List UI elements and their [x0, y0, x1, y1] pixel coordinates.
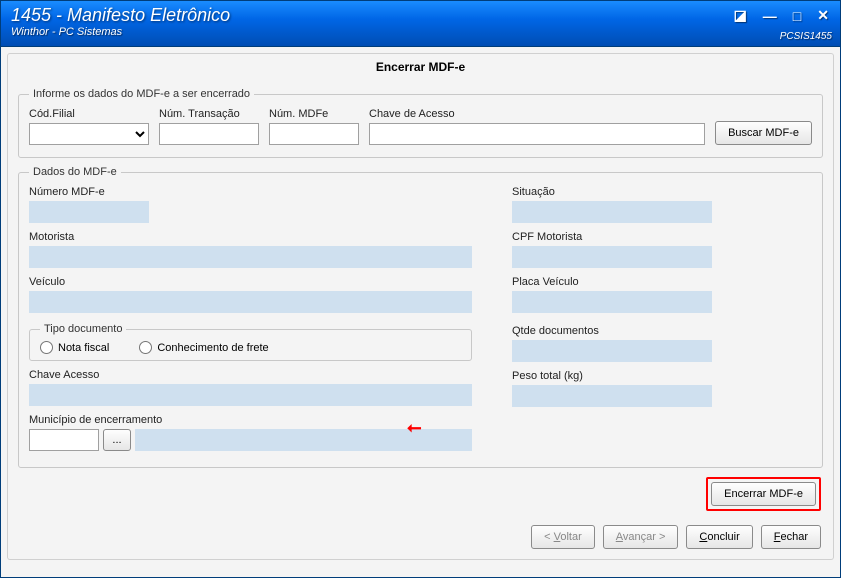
numero-mdfe-label: Número MDF-e: [29, 186, 149, 198]
municipio-nome-value: [135, 429, 472, 451]
chave-acesso-busca-label: Chave de Acesso: [369, 108, 705, 120]
search-group: Informe os dados do MDF-e a ser encerrad…: [18, 88, 823, 158]
cod-filial-select[interactable]: [29, 123, 149, 145]
search-group-legend: Informe os dados do MDF-e a ser encerrad…: [29, 88, 254, 100]
qtde-docs-label: Qtde documentos: [512, 325, 712, 337]
num-mdfe-input[interactable]: [269, 123, 359, 145]
cod-filial-label: Cód.Filial: [29, 108, 149, 120]
window-subtitle: Winthor - PC Sistemas: [11, 26, 830, 38]
chave-acesso-label: Chave Acesso: [29, 369, 472, 381]
arrow-indicator-icon: ⭠: [407, 417, 421, 438]
avancar-button: Avançar >: [603, 525, 679, 549]
num-transacao-label: Núm. Transação: [159, 108, 259, 120]
situacao-value: [512, 201, 712, 223]
cpf-motorista-value: [512, 246, 712, 268]
peso-total-value: [512, 385, 712, 407]
motorista-value: [29, 246, 472, 268]
nota-fiscal-radio[interactable]: [40, 341, 53, 354]
encerrar-mdfe-button[interactable]: Encerrar MDF-e: [711, 482, 816, 506]
municipio-label: Município de encerramento: [29, 414, 472, 426]
dados-group-legend: Dados do MDF-e: [29, 166, 121, 178]
minimize-icon[interactable]: —: [760, 8, 780, 24]
conhecimento-radio[interactable]: [139, 341, 152, 354]
fechar-button[interactable]: Fechar: [761, 525, 821, 549]
municipio-cod-input[interactable]: [29, 429, 99, 451]
qtde-docs-value: [512, 340, 712, 362]
municipio-lookup-button[interactable]: ...: [103, 429, 131, 451]
veiculo-label: Veículo: [29, 276, 472, 288]
chave-acesso-busca-input[interactable]: [369, 123, 705, 145]
window-title: 1455 - Manifesto Eletrônico: [11, 5, 830, 26]
voltar-button: < Voltar: [531, 525, 595, 549]
maximize-icon[interactable]: □: [790, 8, 804, 24]
dados-group: Dados do MDF-e Número MDF-e Motorista Ve…: [18, 166, 823, 468]
close-icon[interactable]: ✕: [814, 7, 832, 24]
nota-fiscal-radio-label[interactable]: Nota fiscal: [40, 341, 109, 354]
buscar-mdfe-button[interactable]: Buscar MDF-e: [715, 121, 812, 145]
chave-acesso-value: [29, 384, 472, 406]
cpf-motorista-label: CPF Motorista: [512, 231, 712, 243]
main-panel: Informe os dados do MDF-e a ser encerrad…: [7, 80, 834, 560]
tipo-doc-legend: Tipo documento: [40, 323, 126, 335]
restore-icon[interactable]: ◪: [731, 7, 750, 24]
encerrar-highlight: Encerrar MDF-e: [706, 477, 821, 511]
num-transacao-input[interactable]: [159, 123, 259, 145]
window-titlebar: 1455 - Manifesto Eletrônico Winthor - PC…: [1, 1, 840, 47]
wizard-buttons: < Voltar Avançar > Concluir Fechar: [531, 525, 821, 549]
placa-value: [512, 291, 712, 313]
placa-label: Placa Veículo: [512, 276, 712, 288]
client-area: Encerrar MDF-e Informe os dados do MDF-e…: [1, 47, 840, 577]
concluir-button[interactable]: Concluir: [686, 525, 752, 549]
peso-total-label: Peso total (kg): [512, 370, 712, 382]
window-code: PCSIS1455: [780, 31, 832, 42]
veiculo-value: [29, 291, 472, 313]
section-title: Encerrar MDF-e: [7, 53, 834, 80]
numero-mdfe-value: [29, 201, 149, 223]
conhecimento-radio-label[interactable]: Conhecimento de frete: [139, 341, 268, 354]
situacao-label: Situação: [512, 186, 712, 198]
num-mdfe-label: Núm. MDFe: [269, 108, 359, 120]
motorista-label: Motorista: [29, 231, 472, 243]
